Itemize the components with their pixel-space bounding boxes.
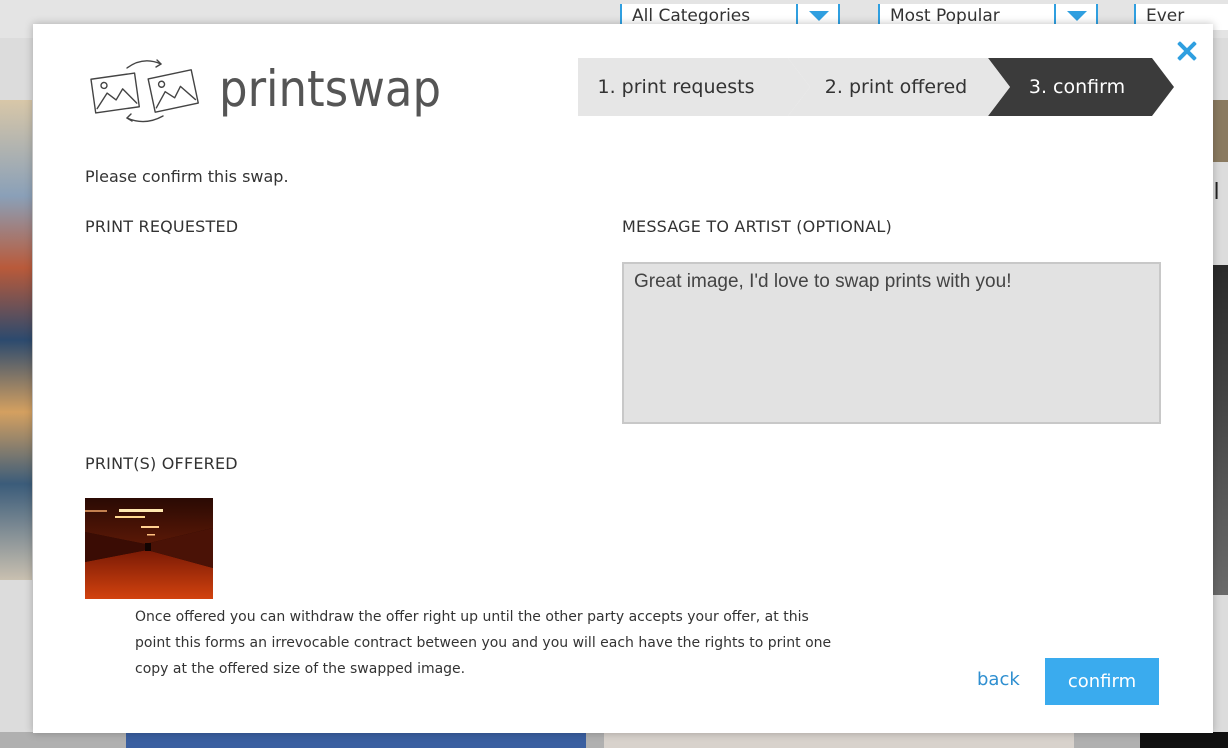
message-heading: MESSAGE TO ARTIST (OPTIONAL) [622, 217, 892, 236]
print-requested-heading: PRINT REQUESTED [85, 217, 239, 236]
background-artwork-thumbnail [1140, 732, 1228, 748]
step-confirm[interactable]: 3. confirm [988, 58, 1174, 116]
background-artwork-thumbnail [0, 100, 32, 580]
printswap-logo: printswap [85, 54, 441, 124]
logo-text: printswap [219, 60, 442, 118]
background-artwork-thumbnail [126, 732, 586, 748]
swap-disclaimer-text: Once offered you can withdraw the offer … [135, 609, 832, 677]
intro-text: Please confirm this swap. [85, 167, 289, 186]
printswap-modal: printswap 1. print requests 2. print off… [33, 24, 1213, 733]
back-link[interactable]: back [977, 669, 1020, 690]
background-artwork-thumbnail [604, 732, 1074, 748]
prints-offered-heading: PRINT(S) OFFERED [85, 454, 238, 473]
message-to-artist-input[interactable]: Great image, I'd love to swap prints wit… [622, 262, 1161, 424]
offered-print-image [85, 498, 213, 599]
swap-images-icon [90, 59, 199, 123]
close-icon[interactable] [1172, 36, 1202, 66]
step-progress: 1. print requests 2. print offered 3. co… [578, 58, 1174, 116]
confirm-button[interactable]: confirm [1045, 658, 1159, 705]
step-print-offered[interactable]: 2. print offered [788, 58, 1010, 116]
step-print-requests[interactable]: 1. print requests [578, 58, 810, 116]
offered-print-thumbnail[interactable] [85, 498, 213, 599]
